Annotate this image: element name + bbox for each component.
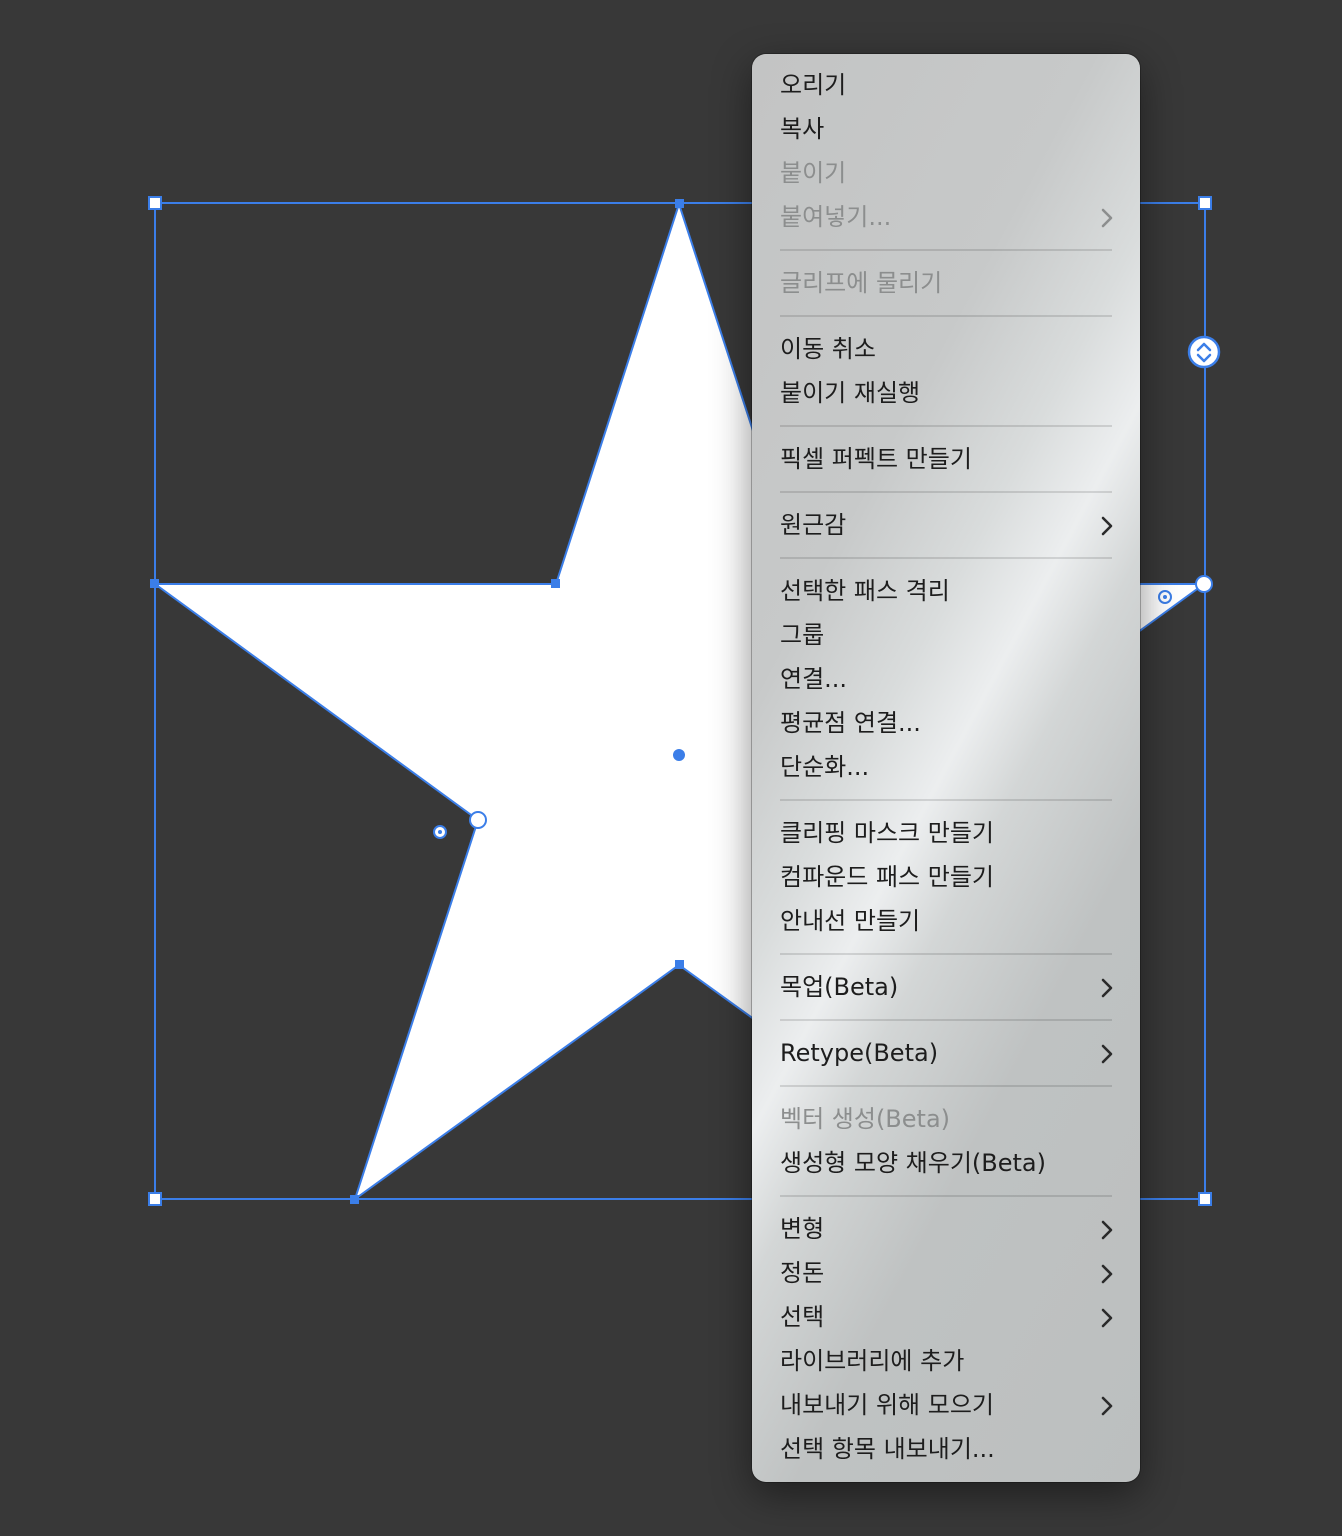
- menu-item[interactable]: 안내선 만들기: [752, 899, 1140, 943]
- artboard-canvas[interactable]: 오리기복사붙이기붙여넣기... 글리프에 물리기이동 취소붙이기 재실행픽셀 퍼펙…: [0, 0, 1342, 1536]
- anchor-point[interactable]: [675, 960, 684, 969]
- menu-item[interactable]: 평균점 연결...: [752, 701, 1140, 745]
- menu-item[interactable]: 단순화...: [752, 745, 1140, 789]
- chevron-right-icon: [1100, 503, 1114, 547]
- menu-item: 붙이기: [752, 151, 1140, 195]
- menu-item[interactable]: 선택 항목 내보내기...: [752, 1427, 1140, 1471]
- context-menu: 오리기복사붙이기붙여넣기... 글리프에 물리기이동 취소붙이기 재실행픽셀 퍼펙…: [752, 54, 1140, 1482]
- menu-item-label: 선택 항목 내보내기...: [780, 1435, 995, 1463]
- resize-handle-bottom-left[interactable]: [148, 1192, 162, 1206]
- chevron-right-icon: [1100, 1251, 1114, 1295]
- menu-item[interactable]: 생성형 모양 채우기(Beta): [752, 1141, 1140, 1185]
- menu-separator: [780, 1085, 1112, 1087]
- menu-item-label: 오리기: [780, 71, 847, 99]
- menu-item-label: 연결...: [780, 665, 848, 693]
- menu-item-label: 글리프에 물리기: [780, 269, 943, 297]
- menu-item-label: 원근감: [780, 511, 847, 539]
- menu-item-label: 벡터 생성(Beta): [780, 1105, 951, 1133]
- resize-handle-top-right[interactable]: [1198, 196, 1212, 210]
- menu-item-label: 복사: [780, 115, 825, 143]
- menu-separator: [780, 425, 1112, 427]
- menu-item[interactable]: Retype(Beta): [752, 1031, 1140, 1075]
- chevron-right-icon: [1100, 195, 1114, 239]
- chevron-right-icon: [1100, 965, 1114, 1009]
- menu-item-label: 평균점 연결...: [780, 709, 921, 737]
- menu-item[interactable]: 라이브러리에 추가: [752, 1339, 1140, 1383]
- menu-item[interactable]: 목업(Beta): [752, 965, 1140, 1009]
- menu-item: 글리프에 물리기: [752, 261, 1140, 305]
- menu-item-label: 내보내기 위해 모으기: [780, 1391, 994, 1419]
- menu-item-label: 변형: [780, 1215, 825, 1243]
- chevron-right-icon: [1100, 1207, 1114, 1251]
- menu-item[interactable]: 선택: [752, 1295, 1140, 1339]
- menu-item-label: 붙이기: [780, 159, 847, 187]
- menu-item-label: 라이브러리에 추가: [780, 1347, 965, 1375]
- menu-item[interactable]: 원근감: [752, 503, 1140, 547]
- menu-separator: [780, 1195, 1112, 1197]
- menu-item-label: 목업(Beta): [780, 973, 899, 1001]
- menu-item[interactable]: 클리핑 마스크 만들기: [752, 811, 1140, 855]
- menu-item[interactable]: 붙이기 재실행: [752, 371, 1140, 415]
- corner-widget-icon-dot: [438, 830, 442, 834]
- menu-separator: [780, 799, 1112, 801]
- menu-item-label: 클리핑 마스크 만들기: [780, 819, 994, 847]
- corner-widget-icon-dot: [1163, 595, 1167, 599]
- menu-item[interactable]: 이동 취소: [752, 327, 1140, 371]
- anchor-point[interactable]: [675, 199, 684, 208]
- menu-item[interactable]: 정돈: [752, 1251, 1140, 1295]
- menu-item[interactable]: 연결...: [752, 657, 1140, 701]
- menu-item-label: 붙여넣기...: [780, 203, 892, 231]
- selected-anchor-point[interactable]: [1195, 575, 1213, 593]
- menu-separator: [780, 249, 1112, 251]
- anchor-point[interactable]: [150, 579, 159, 588]
- menu-separator: [780, 491, 1112, 493]
- chevron-right-icon: [1100, 1295, 1114, 1339]
- menu-item-label: 단순화...: [780, 753, 870, 781]
- menu-item[interactable]: 컴파운드 패스 만들기: [752, 855, 1140, 899]
- menu-item-label: 컴파운드 패스 만들기: [780, 863, 994, 891]
- menu-item[interactable]: 내보내기 위해 모으기: [752, 1383, 1140, 1427]
- menu-separator: [780, 953, 1112, 955]
- star-points-widget-icon[interactable]: [1187, 335, 1221, 369]
- menu-item-label: 정돈: [780, 1259, 825, 1287]
- menu-item-label: Retype(Beta): [780, 1039, 939, 1067]
- menu-item-label: 픽셀 퍼펙트 만들기: [780, 445, 972, 473]
- menu-item-label: 그룹: [780, 621, 825, 649]
- chevron-right-icon: [1100, 1031, 1114, 1075]
- menu-item-label: 선택한 패스 격리: [780, 577, 950, 605]
- selected-anchor-point[interactable]: [469, 811, 487, 829]
- anchor-point[interactable]: [551, 579, 560, 588]
- menu-item[interactable]: 변형: [752, 1207, 1140, 1251]
- menu-item[interactable]: 그룹: [752, 613, 1140, 657]
- resize-handle-top-left[interactable]: [148, 196, 162, 210]
- menu-separator: [780, 315, 1112, 317]
- menu-separator: [780, 1019, 1112, 1021]
- menu-item: 붙여넣기...: [752, 195, 1140, 239]
- menu-item[interactable]: 복사: [752, 107, 1140, 151]
- menu-separator: [780, 557, 1112, 559]
- menu-item-label: 생성형 모양 채우기(Beta): [780, 1149, 1046, 1177]
- anchor-point[interactable]: [350, 1195, 359, 1204]
- menu-item[interactable]: 오리기: [752, 63, 1140, 107]
- chevron-right-icon: [1100, 1383, 1114, 1427]
- menu-item-label: 선택: [780, 1303, 825, 1331]
- menu-item-label: 붙이기 재실행: [780, 379, 921, 407]
- menu-item: 벡터 생성(Beta): [752, 1097, 1140, 1141]
- canvas-artwork[interactable]: [0, 0, 1342, 1536]
- menu-item[interactable]: 픽셀 퍼펙트 만들기: [752, 437, 1140, 481]
- menu-item-label: 안내선 만들기: [780, 907, 921, 935]
- menu-item[interactable]: 선택한 패스 격리: [752, 569, 1140, 613]
- resize-handle-bottom-right[interactable]: [1198, 1192, 1212, 1206]
- menu-item-label: 이동 취소: [780, 335, 876, 363]
- center-point: [673, 749, 685, 761]
